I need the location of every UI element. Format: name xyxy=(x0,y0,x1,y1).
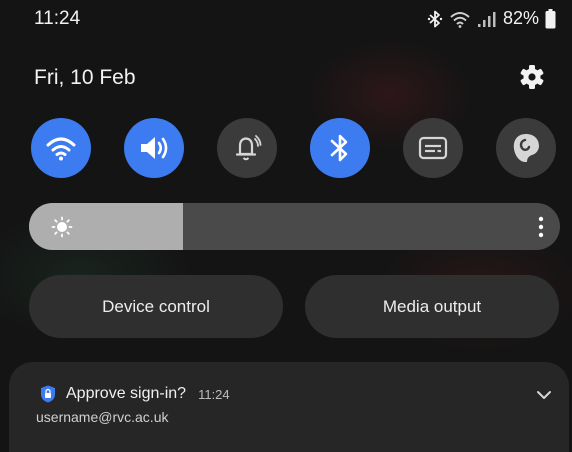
notification-time: 11:24 xyxy=(198,386,230,402)
wifi-icon xyxy=(450,11,470,28)
battery-icon xyxy=(545,8,556,28)
profile-toggle[interactable] xyxy=(496,118,556,178)
more-options-icon[interactable] xyxy=(538,216,544,238)
device-control-label: Device control xyxy=(102,296,210,316)
media-output-label: Media output xyxy=(382,296,482,316)
bell-icon xyxy=(235,135,262,161)
lock-icon xyxy=(41,385,55,403)
brightness-slider[interactable] xyxy=(29,203,560,250)
chevron-down-icon[interactable] xyxy=(536,389,552,401)
wifi-toggle[interactable] xyxy=(31,118,91,178)
status-time: 11:24 xyxy=(34,8,81,29)
notification-title: Approve sign-in? xyxy=(66,385,187,402)
notification-subtitle: username@rvc.ac.uk xyxy=(36,409,169,425)
notification-bell-toggle[interactable] xyxy=(217,118,277,178)
status-icons: 82% xyxy=(427,8,556,29)
gear-icon[interactable] xyxy=(519,64,545,90)
wifi-icon xyxy=(46,137,76,161)
date-label: Fri, 10 Feb xyxy=(34,66,136,89)
bluetooth-icon xyxy=(427,10,443,27)
bluetooth-icon xyxy=(330,134,348,162)
profile-icon xyxy=(513,134,539,162)
quick-toggles xyxy=(31,118,561,178)
signal-icon xyxy=(477,11,496,27)
notification-header: Approve sign-in? 11:24 xyxy=(40,385,230,403)
status-bar: 11:24 82% xyxy=(0,0,572,36)
caption-toggle[interactable] xyxy=(403,118,463,178)
caption-icon xyxy=(418,136,448,160)
sun-icon xyxy=(51,216,73,238)
device-control-button[interactable]: Device control xyxy=(29,275,283,338)
sound-toggle[interactable] xyxy=(124,118,184,178)
bluetooth-toggle[interactable] xyxy=(310,118,370,178)
media-output-button[interactable]: Media output xyxy=(305,275,559,338)
sound-icon xyxy=(141,137,168,159)
battery-percentage: 82% xyxy=(502,8,539,28)
